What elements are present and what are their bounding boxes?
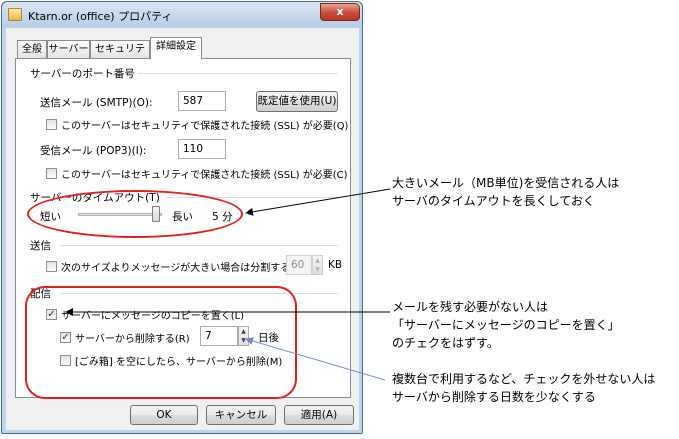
days-arrow (245, 337, 386, 381)
copy-note-line3: のチェクをはずす。 (392, 336, 499, 350)
timeout-note-line1: 大きいメール（MB単位)を受信される人は (392, 176, 620, 190)
timeout-arrow (245, 188, 391, 216)
days-note-line1: 複数台で利用するなど、チェックを外せない人は (392, 372, 656, 386)
tab-advanced[interactable]: 詳細設定 (150, 37, 202, 59)
days-note-line2: サーバから削除する日数を少なくする (392, 390, 596, 404)
timeout-note-line2: サーバのタイムアウトを長くしておく (392, 194, 595, 208)
copy-note-line1: メールを残す必要がない人は (392, 300, 549, 314)
copy-note-line2: 「サーバーにメッセージのコピーを置く」 (392, 318, 620, 332)
